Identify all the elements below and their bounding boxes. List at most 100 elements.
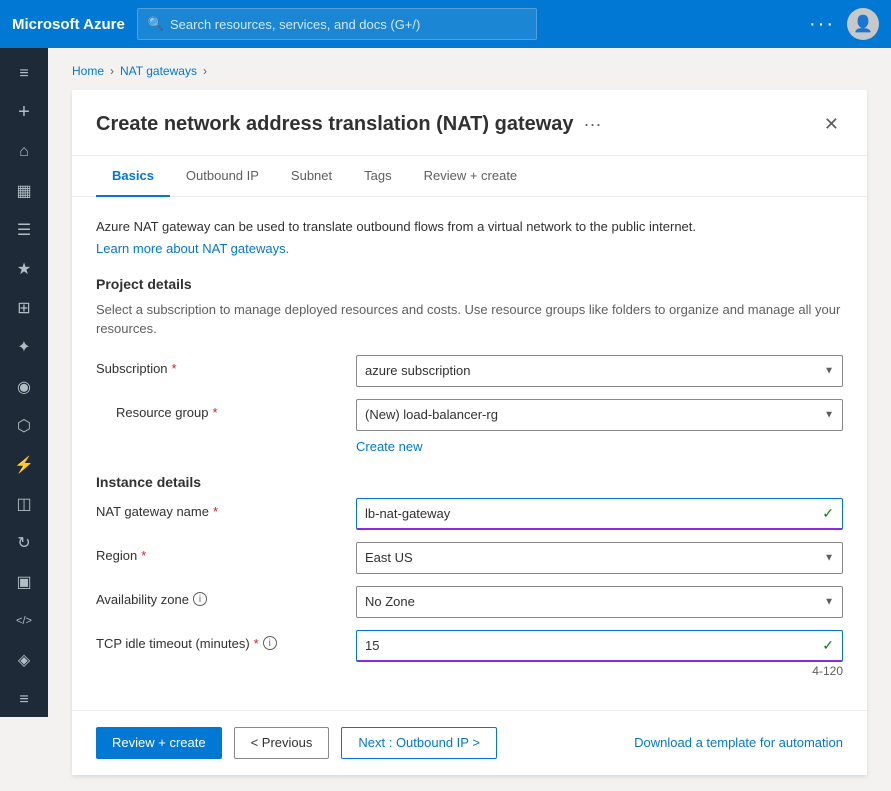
availability-zone-select-wrapper[interactable]: No Zone ▼ xyxy=(356,586,843,618)
sidebar-item-expand[interactable]: ≡ xyxy=(4,56,44,91)
subscription-row: Subscription * azure subscription ▼ xyxy=(96,355,843,387)
subscription-label-col: Subscription * xyxy=(96,355,356,376)
sidebar-item-favorites[interactable]: ★ xyxy=(4,252,44,287)
next-button[interactable]: Next : Outbound IP > xyxy=(341,727,497,759)
sidebar-item-grid[interactable]: ▣ xyxy=(4,565,44,600)
gateway-name-input-wrapper: ✓ xyxy=(356,498,843,530)
region-label-col: Region * xyxy=(96,542,356,563)
sidebar-item-sql[interactable]: ◫ xyxy=(4,486,44,521)
availability-zone-info-icon[interactable]: i xyxy=(193,592,207,606)
panel-more-icon[interactable]: ··· xyxy=(584,114,602,135)
tcp-timeout-label: TCP idle timeout (minutes) * i xyxy=(96,636,356,651)
resource-group-row: Resource group * (New) load-balancer-rg … xyxy=(96,399,843,431)
create-nat-gateway-panel: Create network address translation (NAT)… xyxy=(72,90,867,775)
tcp-timeout-info-icon[interactable]: i xyxy=(263,636,277,650)
search-input[interactable] xyxy=(170,17,526,32)
instance-details-title: Instance details xyxy=(96,474,843,490)
region-required: * xyxy=(141,548,146,563)
sidebar: ≡ + ⌂ ▦ ☰ ★ ⊞ ✦ ◉ ⬡ ⚡ ◫ ↻ ▣ </> ◈ ≡ xyxy=(0,48,48,717)
tcp-timeout-check-icon: ✓ xyxy=(822,637,834,654)
main-content: Home › NAT gateways › Create network add… xyxy=(48,48,891,791)
tab-subnet[interactable]: Subnet xyxy=(275,156,348,197)
breadcrumb-separator-2: › xyxy=(203,64,207,78)
subscription-select-wrapper[interactable]: azure subscription ▼ xyxy=(356,355,843,387)
download-template-button[interactable]: Download a template for automation xyxy=(634,735,843,750)
breadcrumb-nat-gateways[interactable]: NAT gateways xyxy=(120,64,197,78)
gateway-name-field-col: ✓ xyxy=(356,498,843,530)
project-details-title: Project details xyxy=(96,276,843,292)
create-new-link[interactable]: Create new xyxy=(356,439,422,454)
sidebar-item-menu[interactable]: ☰ xyxy=(4,213,44,248)
panel-body: Azure NAT gateway can be used to transla… xyxy=(72,197,867,710)
sidebar-item-security[interactable]: ⬡ xyxy=(4,408,44,443)
region-field-col: East US ▼ xyxy=(356,542,843,574)
tab-review-create[interactable]: Review + create xyxy=(408,156,534,197)
subscription-label: Subscription * xyxy=(96,361,356,376)
resource-group-label-col: Resource group * xyxy=(96,399,356,420)
resource-group-label: Resource group * xyxy=(96,405,356,420)
topbar: Microsoft Azure 🔍 ··· 👤 xyxy=(0,0,891,48)
subscription-select[interactable]: azure subscription xyxy=(365,363,834,378)
sidebar-item-devops[interactable]: ⚡ xyxy=(4,447,44,482)
topbar-search-box[interactable]: 🔍 xyxy=(137,8,537,40)
sidebar-item-create[interactable]: + xyxy=(4,95,44,130)
breadcrumb-separator-1: › xyxy=(110,64,114,78)
tabs-nav: Basics Outbound IP Subnet Tags Review + … xyxy=(72,156,867,197)
breadcrumb-home[interactable]: Home xyxy=(72,64,104,78)
panel-header: Create network address translation (NAT)… xyxy=(72,90,867,156)
gateway-name-input[interactable] xyxy=(365,506,818,521)
topbar-dots[interactable]: ··· xyxy=(809,13,835,36)
panel-title-row: Create network address translation (NAT)… xyxy=(96,113,602,136)
availability-zone-select[interactable]: No Zone xyxy=(365,594,834,609)
resource-group-required: * xyxy=(213,405,218,420)
tab-tags[interactable]: Tags xyxy=(348,156,407,197)
tcp-timeout-label-col: TCP idle timeout (minutes) * i xyxy=(96,630,356,651)
sidebar-item-dashboard[interactable]: ▦ xyxy=(4,173,44,208)
sidebar-item-code[interactable]: </> xyxy=(4,604,44,639)
sidebar-item-list[interactable]: ≡ xyxy=(4,682,44,717)
sidebar-item-allservices[interactable]: ⊞ xyxy=(4,291,44,326)
create-new-row: Create new xyxy=(96,435,843,454)
topbar-right: ··· 👤 xyxy=(809,8,879,40)
gateway-name-label-col: NAT gateway name * xyxy=(96,498,356,519)
tcp-timeout-hint: 4-120 xyxy=(356,664,843,678)
learn-more-link[interactable]: Learn more about NAT gateways. xyxy=(96,241,289,256)
sidebar-item-recent[interactable]: ✦ xyxy=(4,330,44,365)
search-icon: 🔍 xyxy=(148,16,164,32)
tab-outbound-ip[interactable]: Outbound IP xyxy=(170,156,275,197)
sidebar-item-refresh[interactable]: ↻ xyxy=(4,526,44,561)
info-text: Azure NAT gateway can be used to transla… xyxy=(96,217,843,237)
gateway-name-check-icon: ✓ xyxy=(822,505,834,522)
availability-zone-field-col: No Zone ▼ xyxy=(356,586,843,618)
panel-close-button[interactable]: ✕ xyxy=(820,110,843,139)
resource-group-select[interactable]: (New) load-balancer-rg xyxy=(365,407,834,422)
project-details-desc: Select a subscription to manage deployed… xyxy=(96,300,843,339)
region-label: Region * xyxy=(96,548,356,563)
sidebar-item-diamond[interactable]: ◈ xyxy=(4,643,44,678)
tcp-timeout-input[interactable] xyxy=(365,638,818,653)
gateway-name-required: * xyxy=(213,504,218,519)
panel-title: Create network address translation (NAT)… xyxy=(96,113,574,136)
availability-zone-label-col: Availability zone i xyxy=(96,586,356,607)
topbar-brand: Microsoft Azure xyxy=(12,16,125,33)
panel-footer: Review + create < Previous Next : Outbou… xyxy=(72,710,867,775)
subscription-required: * xyxy=(172,361,177,376)
create-new-spacer xyxy=(96,435,356,454)
tcp-timeout-input-wrapper: ✓ xyxy=(356,630,843,662)
resource-group-select-wrapper[interactable]: (New) load-balancer-rg ▼ xyxy=(356,399,843,431)
resource-group-field-col: (New) load-balancer-rg ▼ xyxy=(356,399,843,431)
subscription-field-col: azure subscription ▼ xyxy=(356,355,843,387)
availability-zone-row: Availability zone i No Zone ▼ xyxy=(96,586,843,618)
gateway-name-label: NAT gateway name * xyxy=(96,504,356,519)
tcp-timeout-field-col: ✓ 4-120 xyxy=(356,630,843,678)
previous-button[interactable]: < Previous xyxy=(234,727,330,759)
region-row: Region * East US ▼ xyxy=(96,542,843,574)
region-select-wrapper[interactable]: East US ▼ xyxy=(356,542,843,574)
tcp-timeout-required: * xyxy=(254,636,259,651)
region-select[interactable]: East US xyxy=(365,550,834,565)
sidebar-item-monitor[interactable]: ◉ xyxy=(4,369,44,404)
sidebar-item-home[interactable]: ⌂ xyxy=(4,134,44,169)
topbar-avatar[interactable]: 👤 xyxy=(847,8,879,40)
review-create-button[interactable]: Review + create xyxy=(96,727,222,759)
tab-basics[interactable]: Basics xyxy=(96,156,170,197)
